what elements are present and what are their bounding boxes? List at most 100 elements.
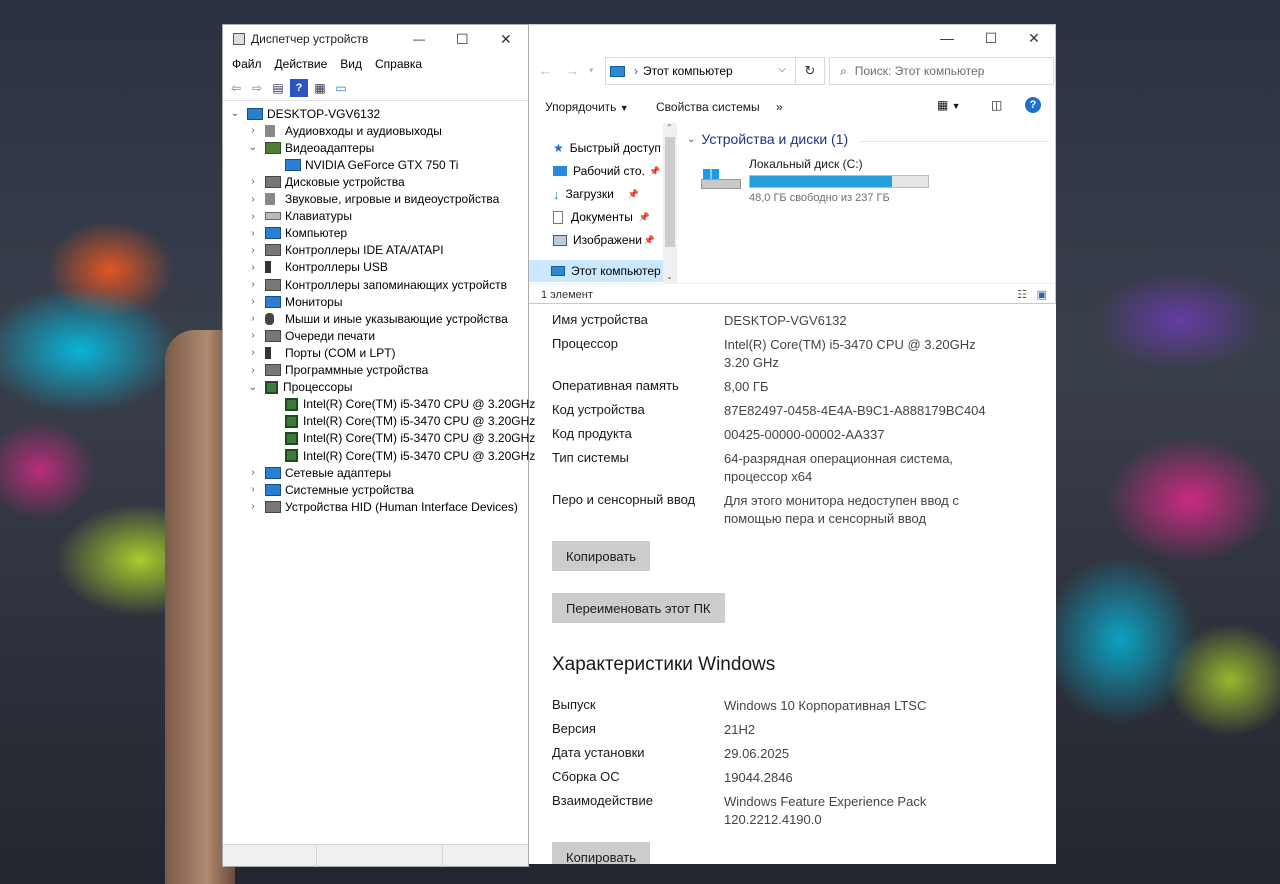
recent-dropdown-icon[interactable]: ▾ <box>589 65 594 76</box>
tree-category[interactable]: › Системные устройства <box>247 481 413 498</box>
tree-device[interactable]: Intel(R) Core(TM) i5-3470 CPU @ 3.20GHz <box>285 396 535 413</box>
large-icons-view-icon[interactable]: ▣ <box>1037 288 1047 301</box>
rename-pc-button[interactable]: Переименовать этот ПК <box>552 593 725 623</box>
menu-file[interactable]: Файл <box>232 57 262 71</box>
expand-icon[interactable]: › <box>247 501 259 512</box>
scrollbar-thumb[interactable] <box>665 137 675 247</box>
more-commands-button[interactable]: » <box>776 100 783 114</box>
menu-action[interactable]: Действие <box>275 57 328 71</box>
forward-icon[interactable]: → <box>566 63 579 78</box>
scroll-down-icon[interactable]: ⌄ <box>666 272 673 281</box>
expand-icon[interactable]: › <box>247 365 259 376</box>
tree-category[interactable]: › Порты (COM и LPT) <box>247 344 395 361</box>
expand-icon[interactable]: › <box>247 279 259 290</box>
nav-item-pictures[interactable]: Изображени 📌 <box>529 229 663 251</box>
tree-device[interactable]: Intel(R) Core(TM) i5-3470 CPU @ 3.20GHz <box>285 413 535 430</box>
tree-category[interactable]: › Контроллеры IDE ATA/ATAPI <box>247 242 443 259</box>
tree-category[interactable]: › Контроллеры запоминающих устройств <box>247 276 507 293</box>
chevron-down-icon: ▼ <box>619 103 629 113</box>
minimize-icon[interactable]: — <box>413 32 425 46</box>
tree-category[interactable]: › Сетевые адаптеры <box>247 464 391 481</box>
tree-device[interactable]: Intel(R) Core(TM) i5-3470 CPU @ 3.20GHz <box>285 447 535 464</box>
speaker-icon <box>265 124 275 137</box>
preview-pane-icon[interactable]: ◫ <box>991 98 1002 112</box>
properties-pane-icon[interactable]: ▤ <box>269 79 287 97</box>
view-options-icon[interactable]: ▦ ▼ <box>937 98 961 112</box>
properties-icon[interactable]: ▦ <box>311 79 329 97</box>
scroll-up-icon[interactable]: ⌃ <box>666 123 673 132</box>
copy-device-specs-button[interactable]: Копировать <box>552 541 650 571</box>
tree-category[interactable]: › Очереди печати <box>247 327 375 344</box>
tree-category[interactable]: › Клавиатуры <box>247 208 352 225</box>
tree-label: Intel(R) Core(TM) i5-3470 CPU @ 3.20GHz <box>303 414 536 429</box>
tree-label: Процессоры <box>283 380 353 395</box>
nav-item-this-pc[interactable]: Этот компьютер <box>529 260 663 282</box>
details-view-icon[interactable]: ☷ <box>1017 288 1027 301</box>
close-button[interactable]: ✕ <box>1012 25 1056 51</box>
local-disk-item[interactable]: Локальный диск (C:) 48,0 ГБ свободно из … <box>699 157 939 207</box>
tree-category[interactable]: › Мыши и иные указывающие устройства <box>247 310 507 327</box>
copy-windows-specs-button[interactable]: Копировать <box>552 842 650 864</box>
system-properties-button[interactable]: Свойства системы <box>656 100 760 114</box>
help-icon[interactable]: ? <box>290 78 308 97</box>
expand-icon[interactable]: › <box>247 484 259 495</box>
scan-hardware-icon[interactable]: ▭ <box>332 79 350 97</box>
expand-icon[interactable]: › <box>247 228 259 239</box>
tree-category[interactable]: › Программные устройства <box>247 362 428 379</box>
expand-icon[interactable]: › <box>247 262 259 273</box>
help-icon[interactable]: ? <box>1025 97 1041 113</box>
collapse-icon[interactable]: ⌄ <box>247 382 259 393</box>
nav-item-quick-access[interactable]: ★ Быстрый доступ <box>529 137 663 159</box>
expand-icon[interactable]: › <box>247 467 259 478</box>
nav-item-documents[interactable]: Документы 📌 <box>529 206 663 228</box>
expand-icon[interactable]: › <box>247 296 259 307</box>
tree-category[interactable]: ⌄ Процессоры <box>247 379 353 396</box>
tree-device[interactable]: NVIDIA GeForce GTX 750 Ti <box>285 156 458 173</box>
close-icon[interactable]: ✕ <box>500 31 512 48</box>
tree-category[interactable]: › Компьютер <box>247 225 347 242</box>
minimize-button[interactable]: — <box>925 25 969 51</box>
breadcrumb-chevron-icon: › <box>634 64 638 78</box>
expand-icon[interactable]: › <box>247 313 259 324</box>
storage-controller-icon <box>265 278 281 291</box>
computer-icon <box>247 107 263 120</box>
expand-icon[interactable]: › <box>247 330 259 341</box>
expand-icon[interactable]: › <box>247 211 259 222</box>
refresh-button[interactable]: ↻ <box>795 57 825 85</box>
menu-help[interactable]: Справка <box>375 57 422 71</box>
collapse-icon[interactable]: ⌄ <box>247 142 259 153</box>
tree-label: Контроллеры USB <box>285 260 388 275</box>
back-icon[interactable]: ⇦ <box>227 79 245 97</box>
tree-category[interactable]: › Аудиовходы и аудиовыходы <box>247 122 442 139</box>
back-icon[interactable]: ← <box>539 63 552 78</box>
tree-root[interactable]: ⌄ DESKTOP-VGV6132 <box>229 105 380 122</box>
menu-view[interactable]: Вид <box>340 57 362 71</box>
address-dropdown-icon[interactable]: ⌵ <box>778 64 786 75</box>
expand-icon[interactable]: › <box>247 125 259 136</box>
address-bar[interactable]: › Этот компьютер ⌵ <box>605 57 825 85</box>
maximize-icon[interactable]: ☐ <box>456 31 469 48</box>
nav-scrollbar[interactable]: ⌃ ⌄ <box>663 123 677 283</box>
expand-icon[interactable]: › <box>247 245 259 256</box>
tree-category[interactable]: › Дисковые устройства <box>247 173 404 190</box>
collapse-icon[interactable]: ⌄ <box>229 108 241 119</box>
tree-device[interactable]: Intel(R) Core(TM) i5-3470 CPU @ 3.20GHz <box>285 430 535 447</box>
nav-item-desktop[interactable]: Рабочий сто. 📌 <box>529 160 663 182</box>
group-divider <box>861 141 1049 142</box>
forward-icon[interactable]: ⇨ <box>248 79 266 97</box>
search-input[interactable]: ⌕ Поиск: Этот компьютер <box>829 57 1054 85</box>
nav-item-downloads[interactable]: ↓ Загрузки 📌 <box>529 183 663 205</box>
expand-icon[interactable]: › <box>247 347 259 358</box>
tree-category[interactable]: › Контроллеры USB <box>247 259 388 276</box>
devices-group-header[interactable]: ⌄ Устройства и диски (1) <box>687 131 848 147</box>
tree-category[interactable]: › Мониторы <box>247 293 342 310</box>
organize-button[interactable]: Упорядочить ▼ <box>545 100 629 114</box>
expand-icon[interactable]: › <box>247 194 259 205</box>
maximize-button[interactable]: ☐ <box>969 25 1013 51</box>
pin-icon: 📌 <box>643 234 656 245</box>
expand-icon[interactable]: › <box>247 176 259 187</box>
tree-category[interactable]: › Звуковые, игровые и видеоустройства <box>247 191 499 208</box>
star-icon: ★ <box>553 141 564 155</box>
tree-category[interactable]: ⌄ Видеоадаптеры <box>247 139 374 156</box>
tree-category[interactable]: › Устройства HID (Human Interface Devices… <box>247 498 518 515</box>
